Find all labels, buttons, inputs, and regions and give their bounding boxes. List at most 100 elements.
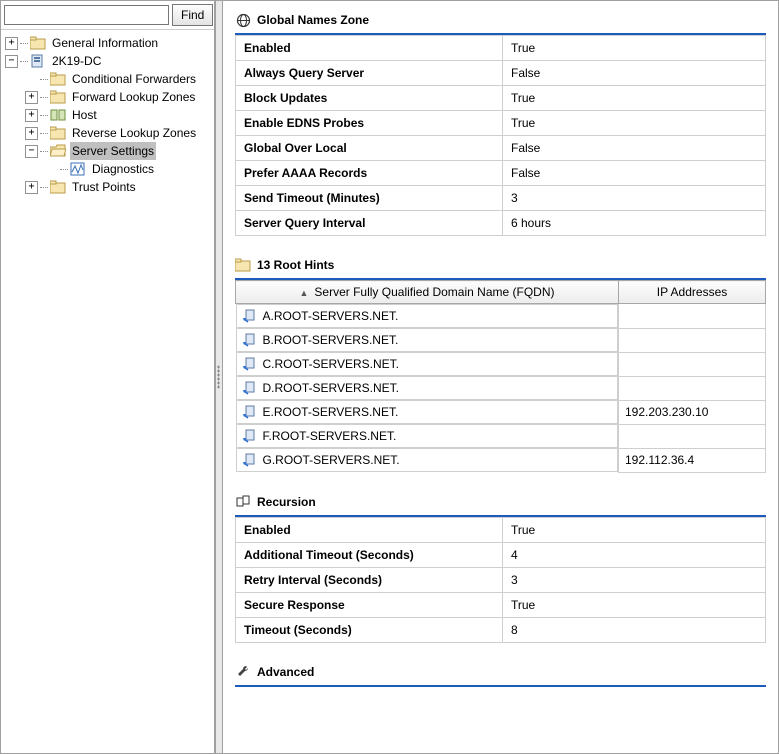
property-key: Server Query Interval [236,211,503,236]
tree-item-server-settings[interactable]: − Server Settings [3,142,212,160]
property-row: Send Timeout (Minutes)3 [236,186,766,211]
section-advanced: Advanced [235,661,766,687]
property-row: Secure ResponseTrue [236,592,766,617]
sort-asc-icon: ▲ [300,288,309,298]
property-key: Retry Interval (Seconds) [236,567,503,592]
details-panel: Global Names Zone EnabledTrueAlways Quer… [223,1,778,753]
nav-tree: + General Information − 2K19-DC Conditio… [1,30,214,753]
cell-ip [619,352,766,376]
server-icon [243,429,257,443]
table-row[interactable]: G.ROOT-SERVERS.NET.192.112.36.4 [236,448,766,472]
expand-toggle[interactable]: + [25,109,38,122]
table-row[interactable]: A.ROOT-SERVERS.NET. [236,304,766,329]
table-row[interactable]: C.ROOT-SERVERS.NET. [236,352,766,376]
folder-icon [50,179,66,195]
section-header: Recursion [235,491,766,517]
table-row[interactable]: B.ROOT-SERVERS.NET. [236,328,766,352]
cell-fqdn: F.ROOT-SERVERS.NET. [236,424,619,448]
host-icon [50,107,66,123]
folder-icon [30,35,46,51]
cell-ip [619,376,766,400]
section-root-hints: 13 Root Hints ▲Server Fully Qualified Do… [235,254,766,473]
folder-icon [50,89,66,105]
expand-toggle[interactable]: + [25,127,38,140]
tree-item-conditional-forwarders[interactable]: Conditional Forwarders [3,70,212,88]
property-value: False [503,136,766,161]
section-header: Advanced [235,661,766,687]
find-button[interactable]: Find [172,4,213,26]
property-row: Additional Timeout (Seconds)4 [236,542,766,567]
property-row: Global Over LocalFalse [236,136,766,161]
property-value: 8 [503,617,766,642]
collapse-toggle[interactable]: − [5,55,18,68]
cell-ip: 192.112.36.4 [619,448,766,472]
section-title: Global Names Zone [257,13,369,27]
search-input[interactable] [4,5,169,25]
tree-item-diagnostics[interactable]: Diagnostics [3,160,212,178]
splitter-handle[interactable] [215,1,223,753]
property-value: True [503,111,766,136]
tree-item-reverse-lookup-zones[interactable]: + Reverse Lookup Zones [3,124,212,142]
diagnostics-icon [70,161,86,177]
property-key: Prefer AAAA Records [236,161,503,186]
column-header-fqdn[interactable]: ▲Server Fully Qualified Domain Name (FQD… [236,281,619,304]
tree-label: 2K19-DC [50,52,103,70]
property-key: Block Updates [236,86,503,111]
collapse-toggle[interactable]: − [25,145,38,158]
server-icon [243,309,257,323]
section-title: 13 Root Hints [257,258,334,272]
table-row[interactable]: F.ROOT-SERVERS.NET. [236,424,766,448]
globe-icon [235,12,251,28]
cell-fqdn: C.ROOT-SERVERS.NET. [236,352,619,376]
search-bar: Find [1,1,214,30]
property-row: Timeout (Seconds)8 [236,617,766,642]
table-row[interactable]: D.ROOT-SERVERS.NET. [236,376,766,400]
property-value: False [503,61,766,86]
property-key: Additional Timeout (Seconds) [236,542,503,567]
expand-toggle[interactable]: + [25,181,38,194]
expand-toggle[interactable]: + [25,91,38,104]
section-recursion: Recursion EnabledTrueAdditional Timeout … [235,491,766,643]
cell-ip [619,304,766,329]
tree-item-host[interactable]: + Host [3,106,212,124]
tree-label-selected: Server Settings [70,142,156,160]
property-value: 6 hours [503,211,766,236]
tree-label: Reverse Lookup Zones [70,124,198,142]
cell-fqdn: G.ROOT-SERVERS.NET. [236,448,619,472]
property-row: EnabledTrue [236,36,766,61]
app-root: Find + General Information − 2K19-DC Con… [0,0,779,754]
property-value: 3 [503,186,766,211]
tree-label: Conditional Forwarders [70,70,198,88]
column-header-ip[interactable]: IP Addresses [619,281,766,304]
server-icon [243,333,257,347]
tree-label: Host [70,106,99,124]
table-row[interactable]: E.ROOT-SERVERS.NET.192.203.230.10 [236,400,766,424]
cell-ip [619,424,766,448]
property-row: Prefer AAAA RecordsFalse [236,161,766,186]
tree-item-server[interactable]: − 2K19-DC [3,52,212,70]
folder-icon [50,71,66,87]
tree-item-forward-lookup-zones[interactable]: + Forward Lookup Zones [3,88,212,106]
recursion-icon [235,494,251,510]
tree-item-trust-points[interactable]: + Trust Points [3,178,212,196]
expand-toggle[interactable]: + [5,37,18,50]
section-header: Global Names Zone [235,9,766,35]
folder-icon [235,257,251,273]
property-row: Retry Interval (Seconds)3 [236,567,766,592]
folder-open-icon [50,143,66,159]
section-global-names-zone: Global Names Zone EnabledTrueAlways Quer… [235,9,766,236]
server-icon [243,381,257,395]
property-value: 4 [503,542,766,567]
property-value: 3 [503,567,766,592]
section-title: Advanced [257,665,314,679]
property-key: Global Over Local [236,136,503,161]
tree-item-general-info[interactable]: + General Information [3,34,212,52]
cell-fqdn: E.ROOT-SERVERS.NET. [236,400,619,424]
property-row: Block UpdatesTrue [236,86,766,111]
server-icon [30,53,46,69]
cell-fqdn: B.ROOT-SERVERS.NET. [236,328,619,352]
property-value: True [503,86,766,111]
property-row: Enable EDNS ProbesTrue [236,111,766,136]
server-icon [243,357,257,371]
property-key: Secure Response [236,592,503,617]
